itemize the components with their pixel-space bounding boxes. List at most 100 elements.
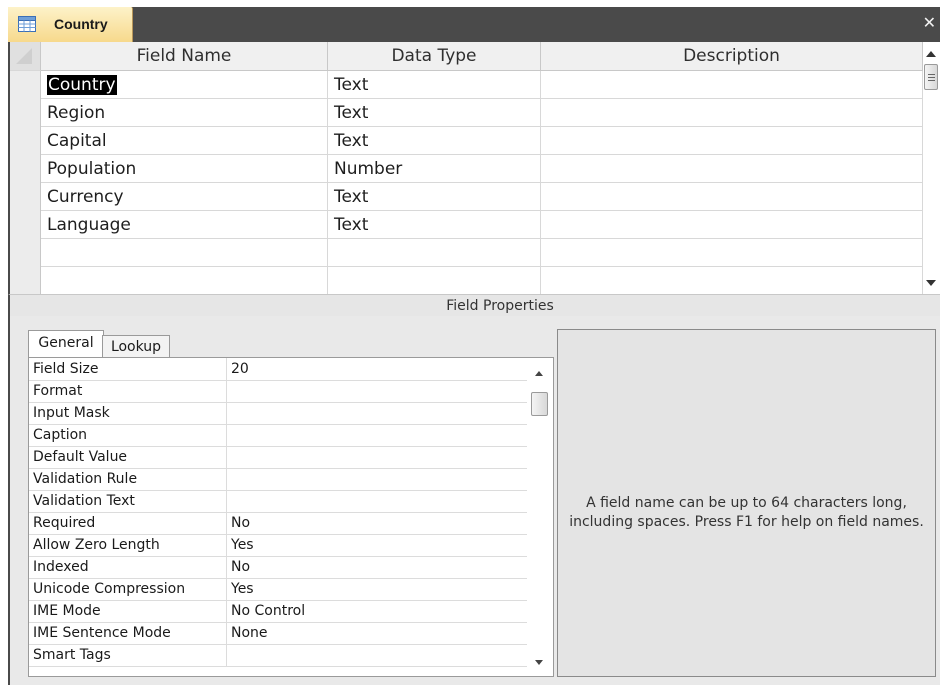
property-value[interactable]: Yes xyxy=(227,578,527,600)
field-name-cell[interactable] xyxy=(41,267,328,295)
description-cell[interactable] xyxy=(541,239,923,267)
scroll-thumb[interactable] xyxy=(924,64,938,90)
property-name: Format xyxy=(29,380,227,402)
field-name-cell-text: Currency xyxy=(47,187,124,207)
description-cell[interactable] xyxy=(541,155,923,183)
grip-line xyxy=(928,74,935,75)
property-name: Validation Text xyxy=(29,490,227,512)
column-header-data-type[interactable]: Data Type xyxy=(328,42,541,71)
property-sheet: Field Size 20 Format Input Mask Caption Defau… xyxy=(28,357,554,677)
field-name-cell-text: Country xyxy=(47,75,117,95)
data-type-cell-text: Text xyxy=(334,215,369,235)
scroll-down-icon[interactable] xyxy=(535,660,543,665)
property-row[interactable]: IME Sentence Mode None xyxy=(29,622,527,645)
data-type-cell[interactable]: Text xyxy=(328,99,541,127)
column-header-description[interactable]: Description xyxy=(541,42,923,71)
data-type-cell-text: Text xyxy=(334,187,369,207)
property-value[interactable]: No xyxy=(227,512,527,534)
row-selector[interactable] xyxy=(10,239,41,268)
field-name-cell-text: Capital xyxy=(47,131,107,151)
data-type-cell[interactable] xyxy=(328,267,541,295)
tab-title: Country xyxy=(54,16,108,32)
row-selector[interactable] xyxy=(10,127,41,156)
document-tab[interactable]: Country xyxy=(8,7,133,42)
property-row[interactable]: Validation Text xyxy=(29,490,527,513)
description-cell[interactable] xyxy=(541,183,923,211)
property-row[interactable]: Validation Rule xyxy=(29,468,527,491)
property-value[interactable] xyxy=(227,644,527,666)
property-value[interactable]: No Control xyxy=(227,600,527,622)
data-type-cell[interactable]: Text xyxy=(328,183,541,211)
property-name: Validation Rule xyxy=(29,468,227,490)
description-cell[interactable] xyxy=(541,267,923,295)
close-icon[interactable]: ✕ xyxy=(923,15,936,31)
row-selector[interactable] xyxy=(10,71,41,100)
description-cell[interactable] xyxy=(541,211,923,239)
property-name: Unicode Compression xyxy=(29,578,227,600)
column-header-field-name[interactable]: Field Name xyxy=(41,42,328,71)
field-name-cell[interactable] xyxy=(41,239,328,267)
field-name-cell[interactable]: Currency xyxy=(41,183,328,211)
tab-lookup[interactable]: Lookup xyxy=(102,335,170,358)
property-value[interactable]: No xyxy=(227,556,527,578)
property-scrollbar[interactable] xyxy=(527,358,553,676)
data-type-cell[interactable]: Number xyxy=(328,155,541,183)
property-row[interactable]: IME Mode No Control xyxy=(29,600,527,623)
data-type-cell[interactable] xyxy=(328,239,541,267)
data-type-cell-text: Text xyxy=(334,131,369,151)
description-cell[interactable] xyxy=(541,127,923,155)
row-selector[interactable] xyxy=(10,99,41,128)
description-cell[interactable] xyxy=(541,71,923,99)
scroll-up-icon[interactable] xyxy=(926,51,936,57)
field-design-grid: Field Name Data Type Description Country… xyxy=(8,42,940,296)
property-row[interactable]: Smart Tags xyxy=(29,644,527,667)
field-name-cell[interactable]: Country xyxy=(41,71,328,99)
scroll-thumb[interactable] xyxy=(531,392,548,416)
grid-vertical-scrollbar[interactable] xyxy=(923,42,940,294)
property-row[interactable]: Format xyxy=(29,380,527,403)
scroll-up-icon[interactable] xyxy=(535,371,543,376)
property-row[interactable]: Field Size 20 xyxy=(29,358,527,381)
field-name-cell[interactable]: Language xyxy=(41,211,328,239)
document-tab-bar: Country ✕ xyxy=(8,7,940,42)
property-value[interactable] xyxy=(227,424,527,446)
data-type-cell[interactable]: Text xyxy=(328,71,541,99)
data-type-cell[interactable]: Text xyxy=(328,211,541,239)
select-all-corner[interactable] xyxy=(10,42,41,71)
row-selector[interactable] xyxy=(10,155,41,184)
property-row[interactable]: Default Value xyxy=(29,446,527,469)
corner-triangle-icon xyxy=(16,48,32,64)
property-row[interactable]: Input Mask xyxy=(29,402,527,425)
row-selector[interactable] xyxy=(10,183,41,212)
help-text: A field name can be up to 64 characters … xyxy=(569,495,924,530)
data-type-cell-text: Text xyxy=(334,103,369,123)
field-name-cell[interactable]: Region xyxy=(41,99,328,127)
data-type-cell[interactable]: Text xyxy=(328,127,541,155)
property-value[interactable] xyxy=(227,490,527,512)
tab-general[interactable]: General xyxy=(28,330,104,358)
property-value[interactable]: 20 xyxy=(227,358,527,380)
property-name: IME Mode xyxy=(29,600,227,622)
property-name: Default Value xyxy=(29,446,227,468)
property-name: Required xyxy=(29,512,227,534)
property-name: IME Sentence Mode xyxy=(29,622,227,644)
row-selector[interactable] xyxy=(10,211,41,240)
property-row[interactable]: Indexed No xyxy=(29,556,527,579)
description-cell[interactable] xyxy=(541,99,923,127)
field-name-cell[interactable]: Population xyxy=(41,155,328,183)
property-value[interactable] xyxy=(227,402,527,424)
field-properties-bar: Field Properties xyxy=(8,294,940,317)
property-row[interactable]: Unicode Compression Yes xyxy=(29,578,527,601)
scroll-down-icon[interactable] xyxy=(926,280,936,286)
property-value[interactable] xyxy=(227,468,527,490)
row-selector[interactable] xyxy=(10,267,41,296)
property-row[interactable]: Allow Zero Length Yes xyxy=(29,534,527,557)
property-value[interactable] xyxy=(227,446,527,468)
property-row[interactable]: Required No xyxy=(29,512,527,535)
property-value[interactable]: None xyxy=(227,622,527,644)
property-value[interactable]: Yes xyxy=(227,534,527,556)
property-row[interactable]: Caption xyxy=(29,424,527,447)
field-name-cell[interactable]: Capital xyxy=(41,127,328,155)
data-type-cell-text: Text xyxy=(334,75,369,95)
property-value[interactable] xyxy=(227,380,527,402)
